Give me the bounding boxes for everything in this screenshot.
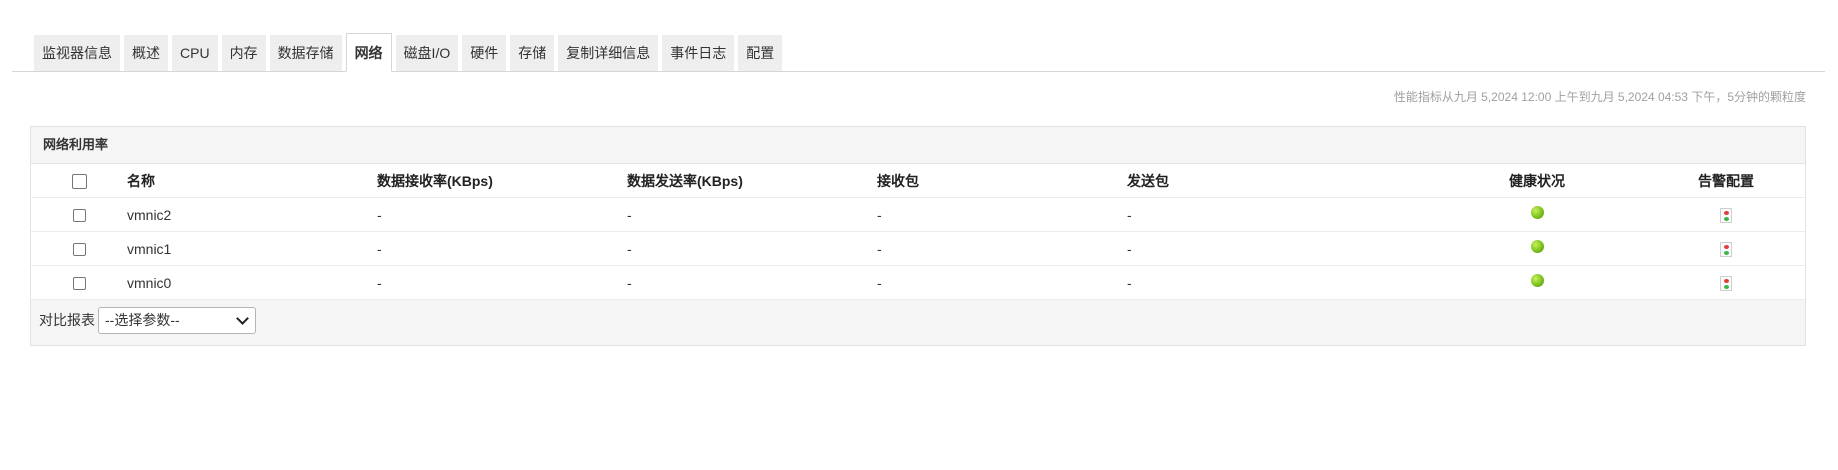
alarm-config-icon[interactable] [1720,207,1732,223]
tab-datastore[interactable]: 数据存储 [269,35,342,71]
health-status-icon [1530,206,1544,220]
tab-event-log[interactable]: 事件日志 [662,35,735,71]
rx-packets-value: - [877,265,1127,300]
tab-monitor-info[interactable]: 监视器信息 [34,35,120,71]
row-checkbox[interactable] [72,277,86,291]
tab-overview[interactable]: 概述 [124,35,168,71]
row-select-cell [31,231,127,266]
parameter-select-value: --选择参数-- [105,312,180,328]
health-cell [1427,265,1647,300]
column-header-rx-rate: 数据接收率(KBps) [377,164,627,198]
rx-packets-value: - [877,197,1127,232]
table-row: vmnic0 - - - - [31,265,1805,300]
network-table: 名称 数据接收率(KBps) 数据发送率(KBps) 接收包 发送包 健康状况 … [31,164,1805,300]
alarm-cell [1647,197,1805,232]
rx-packets-value: - [877,231,1127,266]
health-status-icon [1530,274,1544,288]
nic-name[interactable]: vmnic2 [127,197,377,232]
performance-time-range-note: 性能指标从九月 5,2024 12:00 上午到九月 5,2024 04:53 … [1393,90,1806,104]
tab-cpu[interactable]: CPU [172,35,218,71]
compare-report-bar: 对比报表 --选择参数-- [31,300,1805,340]
tx-rate-value: - [627,197,877,232]
alarm-config-icon[interactable] [1720,275,1732,291]
column-header-rx-packets: 接收包 [877,164,1127,198]
panel-title: 网络利用率 [31,127,1805,164]
table-row: vmnic1 - - - - [31,231,1805,266]
column-header-tx-rate: 数据发送率(KBps) [627,164,877,198]
tab-disk-io[interactable]: 磁盘I/O [395,35,459,71]
tx-packets-value: - [1127,265,1427,300]
alarm-cell [1647,265,1805,300]
tab-memory[interactable]: 内存 [221,35,266,71]
alarm-config-icon[interactable] [1720,241,1732,257]
nic-name[interactable]: vmnic1 [127,231,377,266]
tab-bar: 监视器信息 概述 CPU 内存 数据存储 网络 磁盘I/O 硬件 存储 复制详细… [12,32,1825,72]
select-all-checkbox[interactable] [71,173,87,189]
tab-network[interactable]: 网络 [345,33,392,72]
rx-rate-value: - [377,265,627,300]
tx-rate-value: - [627,265,877,300]
tab-hardware[interactable]: 硬件 [462,35,507,71]
row-checkbox[interactable] [72,209,86,223]
health-status-icon [1530,240,1544,254]
rx-rate-value: - [377,197,627,232]
column-header-health: 健康状况 [1427,164,1647,198]
network-utilization-panel: 网络利用率 名称 数据接收率(KBps) 数据发送率(KBps) 接收包 发送包… [30,126,1806,346]
column-header-alarm-config: 告警配置 [1647,164,1805,198]
health-cell [1427,197,1647,232]
row-select-cell [31,197,127,232]
row-checkbox[interactable] [72,243,86,257]
tab-replication-details[interactable]: 复制详细信息 [558,35,659,71]
tx-packets-value: - [1127,197,1427,232]
tab-configuration[interactable]: 配置 [738,35,783,71]
tabs: 监视器信息 概述 CPU 内存 数据存储 网络 磁盘I/O 硬件 存储 复制详细… [34,33,786,72]
chevron-down-icon [236,311,249,325]
header-select-cell [31,164,127,198]
column-header-name: 名称 [127,164,377,198]
alarm-cell [1647,231,1805,266]
health-cell [1427,231,1647,266]
nic-name[interactable]: vmnic0 [127,265,377,300]
row-select-cell [31,265,127,300]
tx-rate-value: - [627,231,877,266]
parameter-select[interactable]: --选择参数-- [98,306,256,334]
rx-rate-value: - [377,231,627,266]
tx-packets-value: - [1127,231,1427,266]
tab-storage[interactable]: 存储 [510,35,555,71]
table-header-row: 名称 数据接收率(KBps) 数据发送率(KBps) 接收包 发送包 健康状况 … [31,164,1805,198]
column-header-tx-packets: 发送包 [1127,164,1427,198]
compare-report-label: 对比报表 [39,312,95,328]
table-row: vmnic2 - - - - [31,197,1805,232]
